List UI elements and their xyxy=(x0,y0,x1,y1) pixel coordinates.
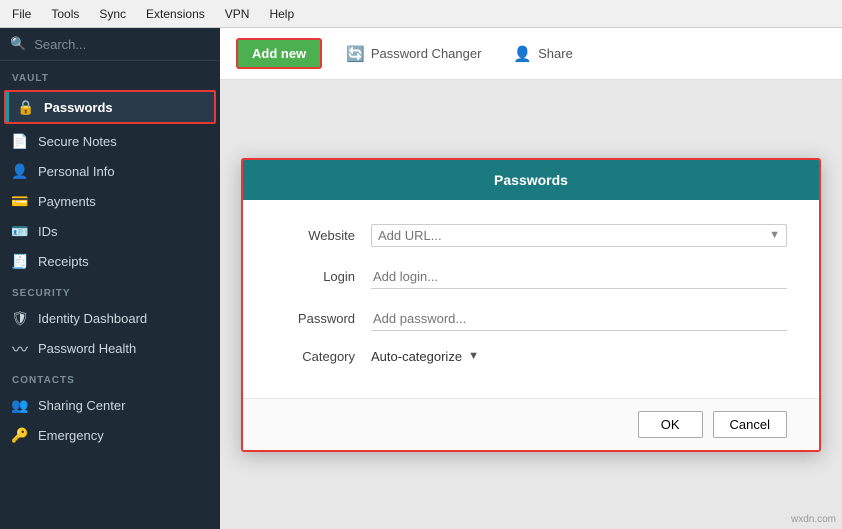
category-wrapper[interactable]: Auto-categorize ▼ xyxy=(371,349,479,364)
receipt-icon: 🧾 xyxy=(12,253,28,269)
share-label: Share xyxy=(538,46,573,61)
menu-tools[interactable]: Tools xyxy=(47,5,83,23)
sidebar-item-receipts[interactable]: 🧾 Receipts xyxy=(0,246,220,276)
sidebar-item-label: Personal Info xyxy=(38,164,115,179)
dialog-footer: OK Cancel xyxy=(243,398,819,450)
category-chevron-icon[interactable]: ▼ xyxy=(468,350,479,362)
content-area: Passwords Website ▼ xyxy=(220,80,842,529)
search-icon: 🔍 xyxy=(10,36,26,52)
sidebar-item-label: Payments xyxy=(38,194,96,209)
sidebar-item-label: IDs xyxy=(38,224,58,239)
share-people-icon: 👤 xyxy=(513,45,532,63)
sidebar-item-sharing-center[interactable]: 👥 Sharing Center xyxy=(0,390,220,420)
note-icon: 📄 xyxy=(12,133,28,149)
sidebar-item-label: Password Health xyxy=(38,341,136,356)
lock-icon: 🔒 xyxy=(18,99,34,115)
contacts-section-label: CONTACTS xyxy=(0,363,220,390)
sidebar-item-identity-dashboard[interactable]: 🛡 Identity Dashboard xyxy=(0,303,220,333)
share-icon: 👥 xyxy=(12,397,28,413)
main-content: Add new 🔄 Password Changer 👤 Share Passw… xyxy=(220,28,842,529)
login-label: Login xyxy=(275,269,355,284)
sidebar-item-label: Passwords xyxy=(44,100,113,115)
menu-file[interactable]: File xyxy=(8,5,35,23)
sidebar-item-label: Secure Notes xyxy=(38,134,117,149)
card-icon: 💳 xyxy=(12,193,28,209)
sidebar-item-label: Emergency xyxy=(38,428,104,443)
website-row: Website ▼ xyxy=(275,224,787,247)
add-new-button[interactable]: Add new xyxy=(236,38,322,69)
dialog-header: Passwords xyxy=(243,160,819,200)
search-input[interactable] xyxy=(34,37,210,52)
website-label: Website xyxy=(275,228,355,243)
website-input-wrapper[interactable]: ▼ xyxy=(371,224,787,247)
password-changer-action[interactable]: 🔄 Password Changer xyxy=(338,41,489,67)
category-row: Category Auto-categorize ▼ xyxy=(275,349,787,364)
sidebar-item-password-health[interactable]: 〰 Password Health xyxy=(0,333,220,363)
menu-help[interactable]: Help xyxy=(265,5,298,23)
security-section-label: SECURITY xyxy=(0,276,220,303)
login-input[interactable] xyxy=(371,265,787,289)
sidebar-item-label: Identity Dashboard xyxy=(38,311,147,326)
sidebar-item-label: Sharing Center xyxy=(38,398,125,413)
category-label: Category xyxy=(275,349,355,364)
ok-button[interactable]: OK xyxy=(638,411,703,438)
shield-icon: 🛡 xyxy=(12,310,28,326)
menu-extensions[interactable]: Extensions xyxy=(142,5,209,23)
password-row: Password xyxy=(275,307,787,331)
search-bar[interactable]: 🔍 xyxy=(0,28,220,61)
dialog-body: Website ▼ Login xyxy=(243,200,819,398)
sidebar: 🔍 VAULT 🔒 Passwords 📄 Secure Notes 👤 Per… xyxy=(0,28,220,529)
wave-icon: 〰 xyxy=(12,340,28,356)
vault-section-label: VAULT xyxy=(0,61,220,88)
person-icon: 👤 xyxy=(12,163,28,179)
sidebar-item-emergency[interactable]: 🔑 Emergency xyxy=(0,420,220,450)
menu-sync[interactable]: Sync xyxy=(95,5,130,23)
passwords-active-border: 🔒 Passwords xyxy=(4,90,216,124)
password-label: Password xyxy=(275,311,355,326)
menu-vpn[interactable]: VPN xyxy=(221,5,254,23)
id-icon: 🪪 xyxy=(12,223,28,239)
password-input[interactable] xyxy=(371,307,787,331)
website-input[interactable] xyxy=(378,228,769,243)
sidebar-item-personal-info[interactable]: 👤 Personal Info xyxy=(0,156,220,186)
category-value: Auto-categorize xyxy=(371,349,462,364)
key-icon: 🔑 xyxy=(12,427,28,443)
passwords-dialog: Passwords Website ▼ xyxy=(241,158,821,452)
sidebar-item-secure-notes[interactable]: 📄 Secure Notes xyxy=(0,126,220,156)
toolbar: Add new 🔄 Password Changer 👤 Share xyxy=(220,28,842,80)
dialog-overlay: Passwords Website ▼ xyxy=(220,80,842,529)
menubar: File Tools Sync Extensions VPN Help xyxy=(0,0,842,28)
login-row: Login xyxy=(275,265,787,289)
sidebar-item-payments[interactable]: 💳 Payments xyxy=(0,186,220,216)
dropdown-icon[interactable]: ▼ xyxy=(769,229,780,241)
password-changer-label: Password Changer xyxy=(371,46,482,61)
cancel-button[interactable]: Cancel xyxy=(713,411,787,438)
share-action[interactable]: 👤 Share xyxy=(505,41,580,67)
sidebar-item-passwords[interactable]: 🔒 Passwords xyxy=(6,92,214,122)
dialog-title: Passwords xyxy=(494,172,568,188)
refresh-icon: 🔄 xyxy=(346,45,365,63)
sidebar-item-ids[interactable]: 🪪 IDs xyxy=(0,216,220,246)
app-body: 🔍 VAULT 🔒 Passwords 📄 Secure Notes 👤 Per… xyxy=(0,28,842,529)
sidebar-item-label: Receipts xyxy=(38,254,89,269)
